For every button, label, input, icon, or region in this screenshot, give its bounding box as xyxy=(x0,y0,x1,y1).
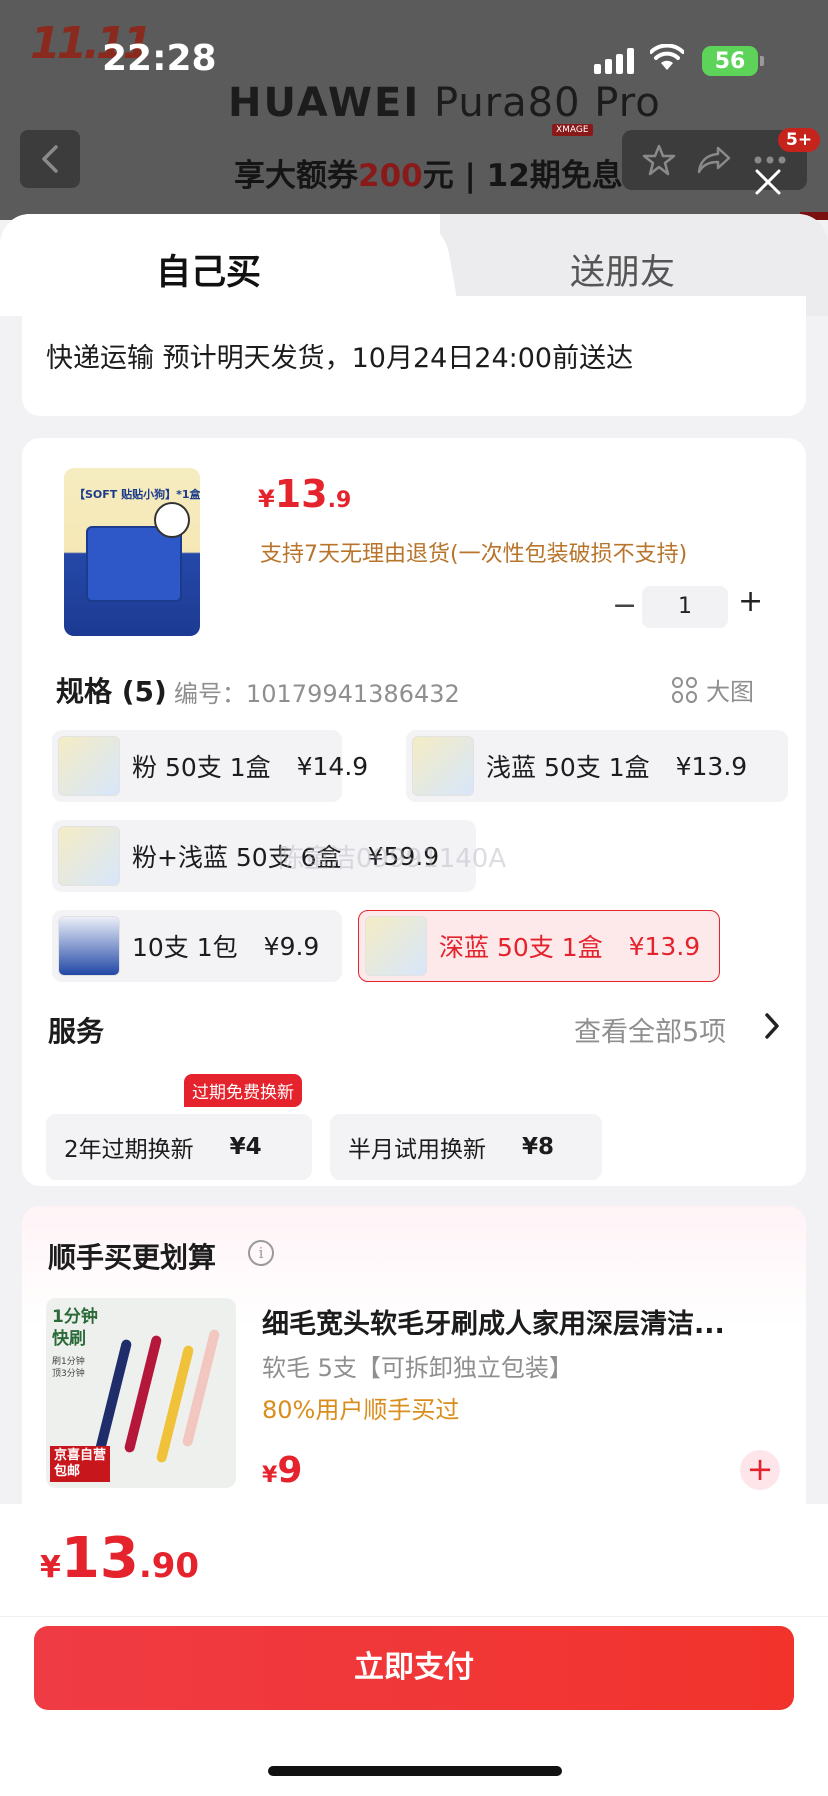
service-option-label: 半月试用换新 xyxy=(348,1137,486,1163)
quantity-plus-button[interactable]: + xyxy=(738,584,763,619)
quantity-input[interactable]: 1 xyxy=(642,586,728,628)
wifi-icon xyxy=(650,44,684,70)
spec-thumb xyxy=(58,826,120,886)
battery-level: 56 xyxy=(714,48,746,74)
spec-option-label: 浅蓝 50支 1盒 xyxy=(486,753,650,782)
jd-tag: 京喜自营 包邮 xyxy=(50,1446,111,1482)
service-option[interactable]: 2年过期换新 ¥4 xyxy=(46,1114,312,1180)
spec-option-selected[interactable]: 深蓝 50支 1盒 ¥13.9 xyxy=(358,910,720,982)
product-card: 【SOFT 贴贴小狗】*1盒 ¥13.9 支持7天无理由退货(一次性包装破损不支… xyxy=(22,438,806,1186)
spec-thumb xyxy=(58,916,120,976)
spec-thumb xyxy=(412,736,474,796)
promo-suffix: 元 | 12期免息 xyxy=(422,158,623,194)
xmage-badge: XMAGE xyxy=(552,124,593,136)
shipping-text: 快递运输 预计明天发货，10月24日24:00前送达 xyxy=(46,343,634,374)
service-option-label: 2年过期换新 xyxy=(64,1137,194,1163)
spec-option[interactable]: 10支 1包 ¥9.9 xyxy=(52,910,342,982)
share-icon[interactable] xyxy=(696,144,732,176)
price-dec: .9 xyxy=(327,488,352,513)
model-name: Pura80 Pro xyxy=(433,80,661,126)
product-image-tag: 【SOFT 贴贴小狗】*1盒 xyxy=(74,488,200,501)
total-price: ¥13.90 xyxy=(40,1526,199,1591)
product-price: ¥13.9 xyxy=(258,472,351,516)
star-icon[interactable] xyxy=(642,143,676,177)
promo-prefix: 享大额券 xyxy=(234,158,358,194)
upsell-bought-rate: 80%用户顺手买过 xyxy=(262,1396,460,1424)
add-upsell-button[interactable]: + xyxy=(740,1450,780,1490)
upsell-price-symbol: ¥ xyxy=(262,1463,278,1488)
jd-tag-line-1: 京喜自营 xyxy=(54,1448,107,1463)
upsell-product-desc: 软毛 5支【可拆卸独立包装】 xyxy=(262,1354,573,1382)
promo-amount: 200 xyxy=(358,158,423,194)
total-dec: .90 xyxy=(138,1546,200,1586)
return-policy: 支持7天无理由退货(一次性包装破损不支持) xyxy=(260,542,688,567)
price-symbol: ¥ xyxy=(258,485,275,513)
spec-option-price: ¥9.9 xyxy=(263,931,320,961)
product-code: 编号：10179941386432 xyxy=(174,680,460,708)
spec-option[interactable]: 粉 50支 1盒 ¥14.9 xyxy=(52,730,368,802)
spec-option[interactable]: 浅蓝 50支 1盒 ¥13.9 xyxy=(406,730,788,802)
spec-option-label: 粉 50支 1盒 xyxy=(132,753,271,782)
big-image-button[interactable]: 大图 xyxy=(672,672,754,707)
spec-option-price: ¥13.9 xyxy=(628,931,701,961)
divider xyxy=(0,1616,828,1617)
checkout-bar: ¥13.90 立即支付 xyxy=(0,1504,828,1796)
quantity-minus-button[interactable]: − xyxy=(612,588,637,623)
more-icon[interactable] xyxy=(753,155,787,165)
spec-thumb xyxy=(58,736,120,796)
chevron-left-icon xyxy=(42,145,58,173)
total-symbol: ¥ xyxy=(40,1550,61,1585)
service-title: 服务 xyxy=(48,1015,105,1048)
cart-badge: 5+ xyxy=(778,128,821,152)
spec-option-price: ¥13.9 xyxy=(675,751,748,781)
service-view-all[interactable]: 查看全部5项 xyxy=(574,1010,726,1049)
big-image-label: 大图 xyxy=(706,678,754,706)
service-option-price: ¥8 xyxy=(522,1134,555,1160)
product-image-bear xyxy=(154,502,190,538)
spec-title: 规格 (5) xyxy=(56,675,167,708)
grid-icon xyxy=(672,676,698,703)
upsell-product-name[interactable]: 细毛宽头软毛牙刷成人家用深层清洁... xyxy=(262,1302,786,1341)
jd-tag-line-2: 包邮 xyxy=(54,1464,81,1479)
status-time: 22:28 xyxy=(102,38,217,79)
tab-buy-self-label[interactable]: 自己买 xyxy=(156,244,261,295)
upsell-title: 顺手买更划算 xyxy=(48,1241,217,1274)
service-option[interactable]: 半月试用换新 ¥8 xyxy=(330,1114,602,1180)
upsell-price-value: 9 xyxy=(277,1450,303,1491)
shipping-card: 快递运输 预计明天发货，10月24日24:00前送达 xyxy=(22,296,806,416)
spec-option-price: ¥14.9 xyxy=(296,751,369,781)
home-indicator xyxy=(268,1766,562,1776)
close-icon[interactable] xyxy=(752,166,784,198)
pay-now-button[interactable]: 立即支付 xyxy=(34,1626,794,1710)
brush-image-text: 1分钟 快刷 xyxy=(52,1306,98,1350)
brush-image-line-4: 顶3分钟 xyxy=(52,1369,85,1379)
brush-image-line-3: 刷1分钟 xyxy=(52,1357,85,1367)
price-int: 13 xyxy=(274,472,328,516)
back-button[interactable] xyxy=(20,130,80,188)
spec-option-label: 深蓝 50支 1盒 xyxy=(439,933,603,962)
product-image[interactable]: 【SOFT 贴贴小狗】*1盒 xyxy=(64,468,200,636)
upsell-price: ¥9 xyxy=(262,1450,302,1491)
brush-image-line-2: 快刷 xyxy=(52,1329,86,1349)
info-icon[interactable]: i xyxy=(248,1240,274,1266)
brand-name: HUAWEI xyxy=(228,80,421,126)
banner-brand: HUAWEI Pura80 Pro xyxy=(228,80,661,126)
spec-option-label: 10支 1包 xyxy=(132,933,238,962)
watermark: 陈童洁09991140A xyxy=(278,844,507,874)
product-banner: 11.11 22:28 56 HUAWEI Pura80 Pro XMAGE 享… xyxy=(0,0,828,220)
brush-image-line-1: 1分钟 xyxy=(52,1307,98,1327)
tab-gift-friend[interactable]: 送朋友 xyxy=(570,244,675,295)
chevron-right-icon[interactable] xyxy=(764,1012,780,1040)
battery-icon: 56 xyxy=(702,46,758,76)
service-badge: 过期免费换新 xyxy=(184,1074,302,1107)
signal-icon xyxy=(594,48,634,74)
upsell-product-image[interactable]: 1分钟 快刷 刷1分钟顶3分钟 京喜自营 包邮 xyxy=(46,1298,236,1488)
battery-tip xyxy=(760,56,764,66)
banner-promo: 享大额券200元 | 12期免息 xyxy=(234,150,623,195)
spec-thumb xyxy=(365,916,427,976)
brush-image-subtext: 刷1分钟顶3分钟 xyxy=(52,1356,85,1380)
total-int: 13 xyxy=(60,1526,139,1591)
service-option-price: ¥4 xyxy=(229,1134,262,1160)
